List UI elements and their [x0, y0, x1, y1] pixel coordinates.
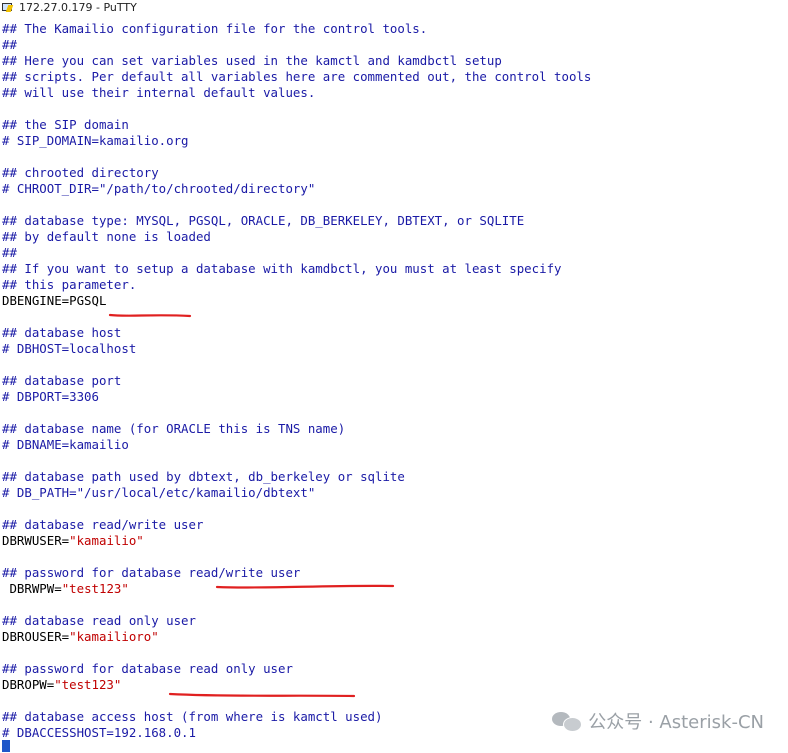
window-titlebar[interactable]: 172.27.0.179 - PuTTY	[0, 0, 788, 14]
comment-line: ##	[2, 245, 17, 260]
comment-line: # DBHOST=localhost	[2, 341, 137, 356]
comment-line: ## database read/write user	[2, 517, 204, 532]
comment-line: # DBNAME=kamailio	[2, 437, 129, 452]
comment-line: # DB_PATH="/usr/local/etc/kamailio/dbtex…	[2, 485, 316, 500]
watermark-text: 公众号 · Asterisk-CN	[588, 712, 764, 733]
comment-line: ## this parameter.	[2, 277, 137, 292]
putty-icon	[2, 2, 14, 13]
setting-value: "test123"	[54, 677, 122, 692]
comment-line: ## database path used by dbtext, db_berk…	[2, 469, 405, 484]
comment-line: # DBACCESSHOST=192.168.0.1	[2, 725, 196, 740]
window-title: 172.27.0.179 - PuTTY	[19, 0, 137, 14]
comment-line: # DBPORT=3306	[2, 389, 99, 404]
comment-line: ## password for database read only user	[2, 661, 293, 676]
comment-line: ## The Kamailio configuration file for t…	[2, 21, 428, 36]
comment-line: ##	[2, 37, 17, 52]
wechat-icon	[552, 710, 583, 732]
comment-line: ## by default none is loaded	[2, 229, 211, 244]
comment-line: ## database type: MYSQL, PGSQL, ORACLE, …	[2, 213, 525, 228]
comment-line: ## will use their internal default value…	[2, 85, 316, 100]
annotation-underline-rw-password	[215, 584, 395, 589]
comment-line: ## Here you can set variables used in th…	[2, 53, 502, 68]
comment-line: ## database read only user	[2, 613, 196, 628]
comment-line: ## If you want to setup a database with …	[2, 261, 562, 276]
annotation-underline-dbengine	[108, 313, 192, 318]
terminal-output[interactable]: ## The Kamailio configuration file for t…	[2, 21, 591, 741]
comment-line: # SIP_DOMAIN=kamailio.org	[2, 133, 189, 148]
config-setting-line: DBENGINE=PGSQL	[2, 293, 107, 308]
setting-key: DBROPW=	[2, 677, 55, 692]
config-setting-line: DBRWUSER="kamailio"	[2, 533, 591, 549]
comment-line: ## database host	[2, 325, 122, 340]
setting-value: "kamailioro"	[69, 629, 159, 644]
setting-key: DBRWPW=	[2, 581, 62, 596]
watermark: 公众号 · Asterisk-CN	[552, 709, 764, 733]
setting-value: "kamailio"	[69, 533, 144, 548]
comment-line: ## database name (for ORACLE this is TNS…	[2, 421, 346, 436]
comment-line: ## database port	[2, 373, 122, 388]
setting-key: DBROUSER=	[2, 629, 70, 644]
comment-line: # CHROOT_DIR="/path/to/chrooted/director…	[2, 181, 316, 196]
annotation-underline-ro-password	[168, 692, 356, 698]
comment-line: ## chrooted directory	[2, 165, 159, 180]
text-cursor	[2, 740, 10, 752]
comment-line: ## password for database read/write user	[2, 565, 301, 580]
comment-line: ## the SIP domain	[2, 117, 129, 132]
comment-line: ## database access host (from where is k…	[2, 709, 383, 724]
setting-value: "test123"	[61, 581, 129, 596]
config-setting-line: DBROUSER="kamailioro"	[2, 629, 591, 645]
setting-key: DBRWUSER=	[2, 533, 70, 548]
comment-line: ## scripts. Per default all variables he…	[2, 69, 592, 84]
